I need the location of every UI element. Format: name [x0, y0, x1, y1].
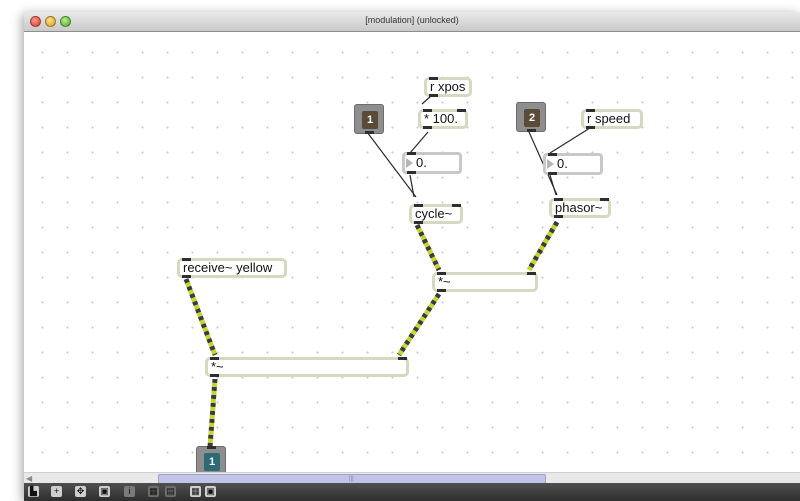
cycle-object[interactable]: cycle~: [409, 204, 463, 224]
multiply-signal-object-2[interactable]: *~: [432, 272, 538, 292]
multiply-100-object[interactable]: * 100.: [418, 109, 468, 129]
signal-cords: [183, 220, 560, 448]
number-box-2[interactable]: 0.: [543, 153, 603, 175]
patch-canvas[interactable]: r xpos * 100. 1 2 r speed 0. 0. cycle~ p…: [24, 32, 800, 481]
r-xpos-object[interactable]: r xpos: [424, 77, 472, 97]
fit-window-icon[interactable]: ✥: [75, 486, 86, 497]
cord-rxpos-mul[interactable]: [421, 95, 432, 105]
info-icon[interactable]: i: [124, 486, 135, 497]
scroll-left-icon[interactable]: ◀: [26, 474, 32, 483]
patcher-window: [modulation] (unlocked) r xpos * 100. 1 …: [24, 12, 800, 501]
title-bar[interactable]: [modulation] (unlocked): [24, 12, 800, 32]
r-speed-label: r speed: [587, 111, 631, 126]
presentation-icon[interactable]: ▣: [99, 486, 110, 497]
patcher-toolbar: ▙ + ✥ ▣ i ▦ ▤ ▦ ▣: [24, 483, 800, 501]
number-box-2-value: 0.: [557, 156, 568, 171]
number-arrow-icon: [547, 159, 554, 169]
snap-icon[interactable]: ▤: [165, 486, 176, 497]
window-title: [modulation] (unlocked): [365, 15, 459, 25]
multiply-signal-object-1[interactable]: *~: [205, 357, 409, 377]
patch-cords: [183, 95, 591, 448]
outlet-1-label: 1: [204, 453, 220, 471]
number-box-1[interactable]: 0.: [402, 152, 462, 174]
new-object-icon[interactable]: +: [51, 486, 62, 497]
grip-icon: |||: [349, 476, 354, 482]
cord-rspeed-num2[interactable]: [549, 127, 591, 154]
phasor-object[interactable]: phasor~: [549, 198, 611, 218]
phasor-label: phasor~: [555, 200, 603, 215]
r-speed-object[interactable]: r speed: [581, 109, 643, 129]
cycle-label: cycle~: [415, 206, 453, 221]
multiply-signal-1-label: *~: [211, 359, 224, 374]
lock-icon[interactable]: ▙: [28, 486, 39, 497]
inlet-2-label: 2: [524, 109, 540, 127]
cord-mul-num1[interactable]: [409, 131, 429, 154]
inlet-2[interactable]: 2: [516, 102, 546, 132]
number-arrow-icon: [406, 158, 413, 168]
grid-icon[interactable]: ▦: [148, 486, 159, 497]
r-xpos-label: r xpos: [430, 79, 466, 94]
inlet-1-label: 1: [362, 111, 378, 129]
multiply-100-label: * 100.: [424, 111, 458, 126]
receive-yellow-object[interactable]: receive~ yellow: [177, 258, 287, 278]
receive-yellow-label: receive~ yellow: [183, 260, 273, 275]
inlet-1[interactable]: 1: [354, 104, 384, 134]
show-cords-icon[interactable]: ▣: [205, 486, 216, 497]
number-box-1-value: 0.: [416, 155, 427, 170]
multiply-signal-2-label: *~: [438, 274, 451, 289]
patch-cords-icon[interactable]: ▦: [190, 486, 201, 497]
